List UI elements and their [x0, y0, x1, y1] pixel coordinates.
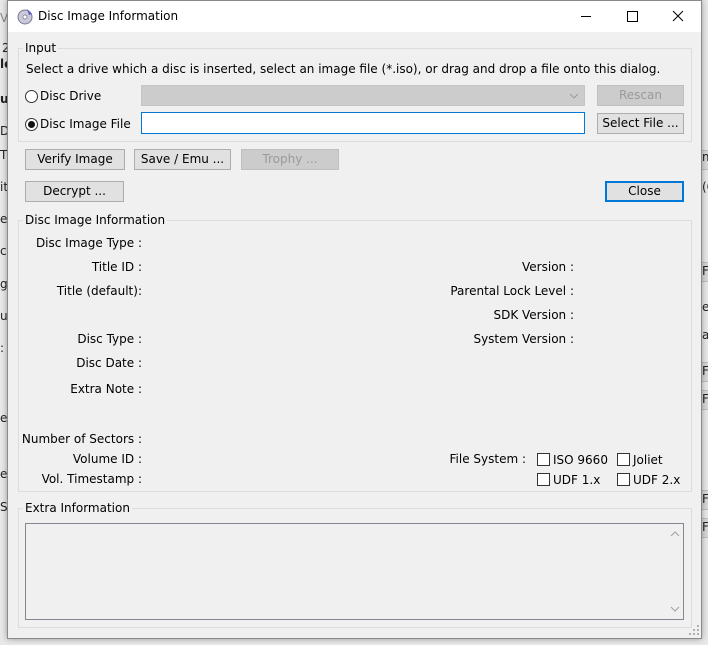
- extra-info-textarea[interactable]: [25, 523, 684, 620]
- scroll-down-icon[interactable]: [670, 605, 680, 613]
- sdk-version-label: SDK Version :: [493, 308, 574, 322]
- udf1-label: UDF 1.x: [553, 473, 601, 487]
- udf2-checkbox[interactable]: [617, 473, 630, 486]
- verify-image-button[interactable]: Verify Image: [25, 149, 125, 170]
- select-file-button[interactable]: Select File ...: [597, 113, 684, 134]
- joliet-checkbox[interactable]: [617, 453, 630, 466]
- disc-info-group-label: Disc Image Information: [23, 213, 168, 227]
- disc-image-file-input[interactable]: [141, 112, 585, 134]
- number-of-sectors-label: Number of Sectors :: [21, 432, 142, 446]
- vol-timestamp-label: Vol. Timestamp :: [41, 472, 142, 486]
- scroll-up-icon[interactable]: [670, 530, 680, 538]
- iso9660-label: ISO 9660: [553, 453, 608, 467]
- file-system-label: File System :: [449, 452, 527, 466]
- bg-fragment: m: [702, 150, 708, 164]
- extra-info-group-label: Extra Information: [23, 501, 132, 515]
- dialog-title: Disc Image Information: [38, 9, 179, 23]
- bg-fragment: a: [702, 328, 708, 342]
- parental-lock-label: Parental Lock Level :: [450, 284, 574, 298]
- bg-fragment: (C: [702, 180, 708, 194]
- disc-type-label: Disc Type :: [77, 332, 142, 346]
- disc-app-icon: [16, 7, 34, 25]
- disc-date-label: Disc Date :: [76, 356, 142, 370]
- joliet-label: Joliet: [633, 453, 663, 467]
- decrypt-button[interactable]: Decrypt ...: [25, 181, 124, 202]
- resize-grip-icon[interactable]: [688, 624, 700, 636]
- bg-fragment: Fi: [702, 520, 708, 534]
- bg-fragment: Fi: [702, 364, 708, 378]
- disc-image-type-label: Disc Image Type :: [35, 236, 142, 250]
- disc-image-information-dialog: Disc Image Information Input Select a dr…: [7, 0, 702, 639]
- disc-drive-radio[interactable]: [25, 90, 38, 103]
- input-group-label: Input: [23, 41, 59, 55]
- bg-fragment: Fi: [702, 392, 708, 406]
- udf1-checkbox[interactable]: [537, 473, 550, 486]
- bg-fragment: F: [702, 264, 708, 278]
- close-button[interactable]: Close: [605, 181, 684, 202]
- input-instruction: Select a drive which a disc is inserted,…: [26, 62, 661, 76]
- title-id-label: Title ID :: [91, 260, 142, 274]
- chevron-down-icon: [569, 93, 579, 99]
- close-icon: [672, 10, 684, 22]
- bg-fragment: c: [0, 244, 7, 258]
- disc-image-file-radio[interactable]: [25, 118, 38, 131]
- version-label: Version :: [522, 260, 574, 274]
- rescan-button[interactable]: Rescan: [597, 85, 684, 106]
- maximize-button[interactable]: [609, 1, 655, 32]
- iso9660-checkbox[interactable]: [537, 453, 550, 466]
- disc-drive-select[interactable]: [141, 85, 585, 106]
- disc-image-file-label: Disc Image File: [40, 117, 131, 131]
- trophy-button[interactable]: Trophy ...: [241, 149, 339, 170]
- minimize-icon: [581, 16, 591, 17]
- save-emu-button[interactable]: Save / Emu ...: [134, 149, 231, 170]
- bg-fragment: e: [702, 300, 708, 314]
- extra-info-scrollbar[interactable]: [667, 524, 683, 619]
- disc-drive-label: Disc Drive: [40, 89, 102, 103]
- title-default-label: Title (default):: [56, 284, 142, 298]
- system-version-label: System Version :: [473, 332, 574, 346]
- extra-note-label: Extra Note :: [70, 382, 142, 396]
- udf2-label: UDF 2.x: [633, 473, 681, 487]
- close-window-button[interactable]: [655, 1, 701, 32]
- bg-fragment: :: [0, 341, 5, 355]
- title-bar[interactable]: Disc Image Information: [8, 1, 701, 32]
- bg-fragment: Fi: [702, 492, 708, 506]
- maximize-icon: [627, 11, 638, 22]
- minimize-button[interactable]: [563, 1, 609, 32]
- volume-id-label: Volume ID :: [72, 452, 142, 466]
